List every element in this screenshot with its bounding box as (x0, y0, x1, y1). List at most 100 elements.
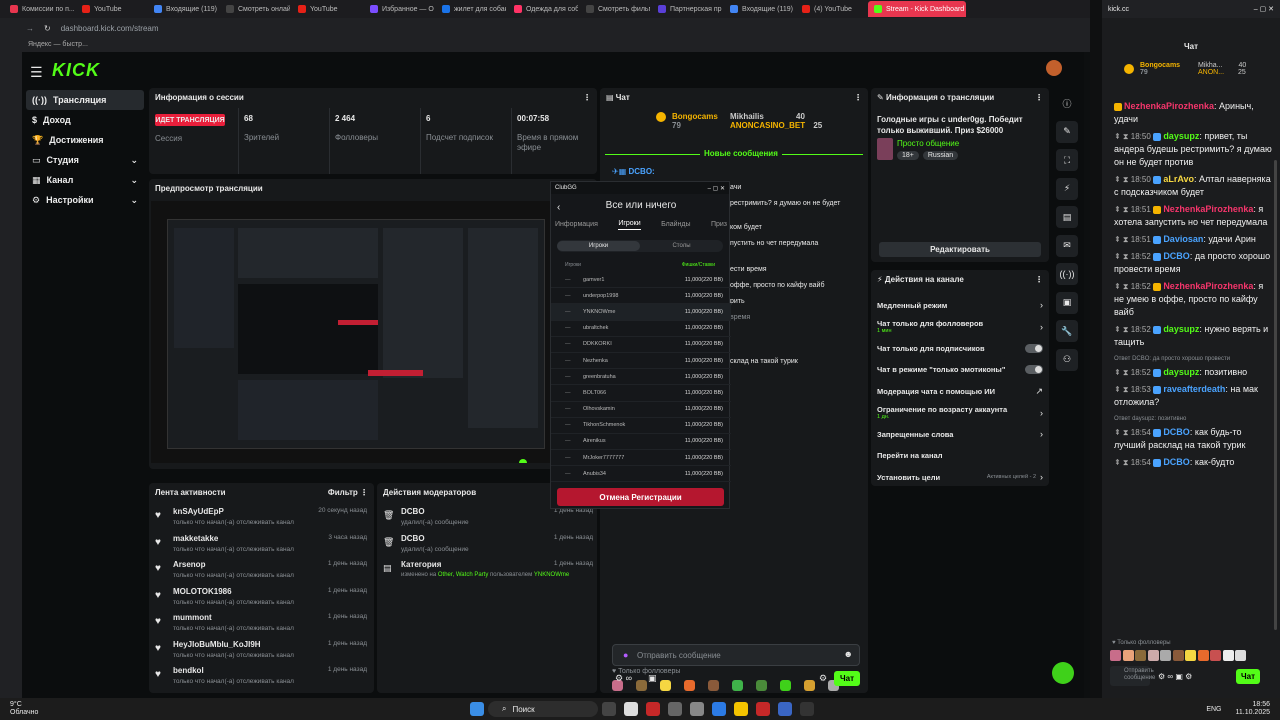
emote-icon[interactable] (1160, 650, 1171, 661)
opera-icon[interactable] (646, 702, 660, 716)
sidebar-item[interactable]: $ Доход (26, 110, 144, 130)
taskview-icon[interactable] (602, 702, 616, 716)
modaction-user[interactable]: DCBO (401, 534, 425, 543)
bookmark-yandex[interactable]: Яндекс — быстр... (28, 41, 88, 48)
message-user[interactable]: NezhenkaPirozhenka (1163, 204, 1253, 214)
emote-icon[interactable] (1185, 650, 1196, 661)
channel-action-item[interactable]: Модерация чата с помощью ИИ ↗ (877, 382, 1043, 400)
player-row[interactable]: — greenbratuha 11,000(220 BB) (551, 369, 731, 386)
channel-action-control[interactable]: › (1040, 408, 1043, 418)
browser-tab[interactable]: Входящие (119) (724, 1, 794, 17)
channel-action-item[interactable]: Запрещенные слова › (877, 425, 1043, 443)
tool-icon[interactable]: ⛶ (1056, 149, 1078, 171)
player-row[interactable]: — MrJoker7777777 11,000(220 BB) (551, 450, 731, 467)
weather[interactable]: 9°C Облачно (0, 701, 120, 717)
channel-action-control[interactable] (1025, 343, 1043, 353)
popout-top-1[interactable]: Bongocams 79 (1140, 62, 1180, 76)
chevron-down-icon[interactable]: ⌄ (130, 155, 138, 166)
activity-user[interactable]: makketakke (173, 534, 218, 543)
emote-icon[interactable] (780, 680, 791, 691)
toggle-switch[interactable] (1025, 343, 1043, 353)
browser-tab[interactable]: Избранное — O... (364, 1, 434, 17)
search-box[interactable]: ⌕ Поиск (488, 701, 598, 717)
player-row[interactable]: — Anubis34 11,000(220 BB) (551, 466, 731, 483)
emote-icon[interactable] (732, 680, 743, 691)
overlay-tab[interactable]: Информация (555, 221, 598, 230)
message-user[interactable]: DCBO (1163, 251, 1190, 261)
cancel-registration-button[interactable]: Отмена Регистрации (557, 488, 724, 506)
language-indicator[interactable]: ENG (1206, 706, 1221, 713)
emote-icon[interactable] (1210, 650, 1221, 661)
start-icon[interactable] (470, 702, 484, 716)
emote-icon[interactable] (1122, 650, 1134, 661)
window-controls[interactable]: ‒ ▢ ✕ (708, 185, 725, 192)
chat-top-2[interactable]: Mikhailis 40 ANONCASINO_BET 25 (730, 112, 822, 130)
browser-tab[interactable]: Комиссии по п... (4, 1, 74, 17)
browser-tab[interactable]: жилет для собак... (436, 1, 506, 17)
emoji-icon[interactable]: ☻ (844, 649, 853, 659)
app-icon[interactable] (668, 702, 682, 716)
activity-user[interactable]: bendkol (173, 666, 204, 675)
tool-icon[interactable]: ▤ (1056, 206, 1078, 228)
chat-input[interactable]: ● Отправить сообщение ☻ (612, 644, 860, 666)
emote-icon[interactable] (1222, 650, 1234, 661)
user-link[interactable]: YNKNOWme (534, 572, 569, 578)
stream-preview[interactable] (151, 201, 595, 463)
channel-action-item[interactable]: Ограничение по возрасту аккаунта 1 дн. › (877, 404, 1043, 422)
toggle-switch[interactable] (1025, 365, 1043, 374)
chevron-down-icon[interactable]: ⌄ (130, 195, 138, 206)
channel-action-control[interactable]: › (1040, 429, 1043, 439)
address-bar[interactable]: ← → ↻ dashboard.kick.com/stream (0, 18, 1090, 38)
emote-icon[interactable] (1197, 650, 1209, 661)
more-icon[interactable]: ⋮ (1035, 93, 1043, 102)
player-row[interactable]: — TikhonSchmenok 11,000(220 BB) (551, 418, 731, 434)
tool-icon[interactable]: ((·)) (1056, 263, 1078, 285)
message-user[interactable]: raveafterdeath (1163, 384, 1225, 394)
overlay-tab[interactable]: Блайнды (661, 221, 690, 230)
player-row[interactable]: — ubraltchek 11,000(220 BB) (551, 321, 731, 337)
browser-tab[interactable]: YouTube (76, 1, 146, 17)
menu-icon[interactable]: ☰ (30, 64, 43, 81)
channel-action-control[interactable] (1025, 365, 1043, 374)
activity-user[interactable]: mummont (173, 613, 212, 622)
player-row[interactable]: — DDKKORKI 11,000(220 BB) (551, 337, 731, 353)
overlay-subtab[interactable]: Столы (640, 243, 723, 249)
sidebar-item[interactable]: ⚙ Настройки ⌄ (26, 190, 144, 210)
emote-icon[interactable] (708, 680, 719, 691)
emote-icon[interactable] (636, 680, 647, 691)
overlay-tab[interactable]: Приз (711, 221, 727, 230)
yandex-icon[interactable] (624, 702, 638, 716)
kick-app-icon[interactable] (800, 702, 814, 716)
more-icon[interactable]: ⋮ (854, 93, 862, 102)
tool-icon[interactable]: ▣ (1056, 291, 1078, 314)
player-row[interactable]: — gamver1 11,000(220 BB) (551, 272, 731, 289)
message-user[interactable]: DCBO (1163, 427, 1190, 437)
emote-icon[interactable] (804, 680, 815, 691)
message-user[interactable]: daysupz (1163, 324, 1199, 334)
chat-send-button[interactable]: Чат (834, 671, 860, 686)
channel-action-item[interactable]: Чат только для подписчиков (877, 339, 1043, 357)
message-user[interactable]: daysupz (1163, 131, 1199, 141)
popout-top-2[interactable]: Mikha... 40 ANON... 25 (1198, 62, 1246, 76)
url-text[interactable]: dashboard.kick.com/stream (61, 24, 159, 33)
window-controls[interactable]: ‒ ▢ ✕ (1254, 5, 1274, 13)
message-user[interactable]: daysupz (1163, 367, 1199, 377)
emote-icon[interactable] (660, 680, 671, 691)
emote-icon[interactable] (1147, 650, 1159, 661)
forward-icon[interactable]: → (26, 24, 34, 33)
emote-icon[interactable] (1172, 650, 1184, 661)
browser-tab[interactable]: Смотреть фильм... (580, 1, 650, 17)
channel-action-item[interactable]: Перейти на канал (877, 447, 1043, 465)
tool-icon[interactable]: ✉ (1056, 234, 1078, 257)
folder-icon[interactable] (734, 702, 748, 716)
category-name[interactable]: Просто общение (897, 139, 959, 148)
overlay-subtab[interactable]: Игроки (557, 241, 640, 251)
popout-send-button[interactable]: Чат (1236, 669, 1260, 684)
chevron-down-icon[interactable]: ⌄ (130, 175, 138, 186)
mic-icon[interactable]: ● (623, 650, 628, 660)
reload-icon[interactable]: ↻ (44, 24, 51, 33)
player-row[interactable]: — BOLT066 11,000(220 BB) (551, 385, 731, 402)
emote-icon[interactable] (1110, 650, 1121, 661)
player-row[interactable]: — Olhovskamin 11,000(220 BB) (551, 402, 731, 418)
tool-icon[interactable]: ✎ (1056, 120, 1078, 143)
